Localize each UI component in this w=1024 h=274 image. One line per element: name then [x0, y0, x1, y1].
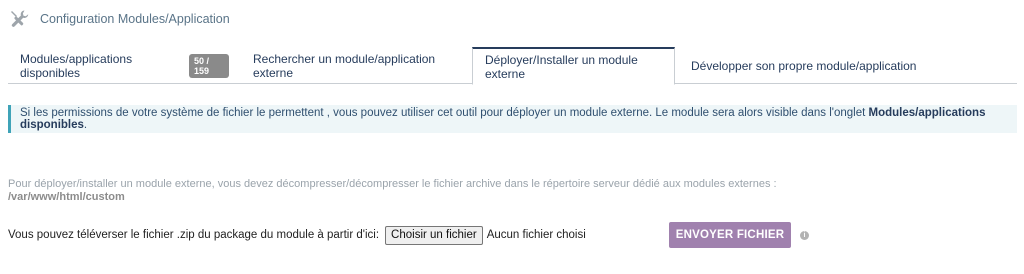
info-text: Si les permissions de votre système de f… [20, 107, 869, 119]
info-message: Si les permissions de votre système de f… [8, 105, 1017, 133]
tab-label: Développer son propre module/application [691, 58, 917, 73]
choose-file-button[interactable]: Choisir un fichier [385, 225, 483, 245]
send-file-button[interactable]: ENVOYER FICHIER [669, 222, 791, 248]
upload-row: Vous pouvez téléverser le fichier .zip d… [8, 223, 586, 247]
custom-path: /var/www/html/custom [8, 191, 125, 203]
module-count-badge: 50 / 159 [188, 53, 229, 78]
tab-deploy-external-module[interactable]: Déployer/Installer un module externe [472, 47, 675, 85]
tab-label: Modules/applications disponibles [20, 51, 133, 80]
tab-label: Rechercher un module/application externe [253, 51, 436, 80]
hint-text: Pour déployer/installer un module extern… [8, 178, 777, 190]
tools-icon [8, 8, 30, 30]
upload-label: Vous pouvez téléverser le fichier .zip d… [8, 229, 380, 241]
info-icon[interactable]: i [800, 231, 809, 240]
module-tabs: Modules/applications disponibles 50 / 15… [8, 47, 1017, 85]
info-period: . [83, 119, 88, 131]
file-status: Aucun fichier choisi [486, 229, 586, 241]
tab-label: Déployer/Installer un module externe [485, 52, 638, 81]
page-title: Configuration Modules/Application [40, 12, 230, 26]
tab-available-modules[interactable]: Modules/applications disponibles 50 / 15… [8, 47, 241, 84]
tab-develop-module[interactable]: Développer son propre module/application [675, 47, 928, 84]
page-header: Configuration Modules/Application [8, 8, 230, 30]
deploy-hint: Pour déployer/installer un module extern… [8, 178, 777, 204]
tab-search-external-module[interactable]: Rechercher un module/application externe [241, 47, 472, 84]
